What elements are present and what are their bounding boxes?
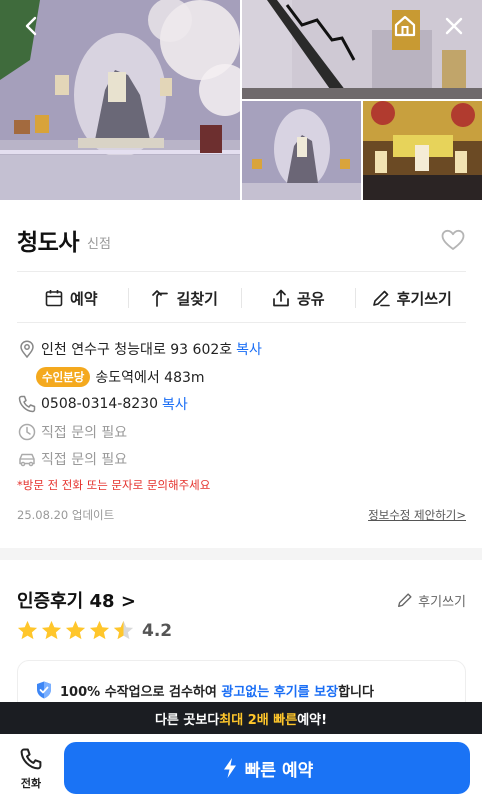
write-review-action[interactable]: 후기쓰기 xyxy=(354,274,469,322)
rating-value: 4.2 xyxy=(142,620,173,641)
heart-icon[interactable] xyxy=(440,227,466,253)
subway-line-badge: 수인분당 xyxy=(36,366,91,387)
bottom-action-bar: 전화 빠른 예약 xyxy=(0,734,482,802)
photo-gallery xyxy=(0,0,482,200)
lightning-icon xyxy=(223,758,236,778)
phone-icon xyxy=(17,394,37,414)
copy-address-button[interactable]: 복사 xyxy=(236,339,262,359)
subway-row: 수인분당 송도역에서 483m xyxy=(17,366,466,387)
copy-phone-button[interactable]: 복사 xyxy=(162,394,188,414)
chevron-left-icon xyxy=(25,16,37,36)
action-bar: 예약 길찾기 공유 후기쓰기 xyxy=(14,274,468,322)
phone-number: 0508-0314-8230 xyxy=(41,396,158,412)
hours-text: 직접 문의 필요 xyxy=(41,424,128,441)
close-button[interactable] xyxy=(438,10,470,42)
gallery-photo-4[interactable] xyxy=(363,101,482,200)
reserve-action[interactable]: 예약 xyxy=(14,274,128,322)
write-review-label: 후기쓰기 xyxy=(396,289,452,308)
back-button[interactable] xyxy=(16,10,48,42)
gallery-photo-3[interactable] xyxy=(242,101,361,200)
reviews-header: 인증후기 48 > 후기쓰기 xyxy=(17,588,466,612)
phone-row: 0508-0314-8230 복사 xyxy=(17,394,466,414)
hours-row: 직접 문의 필요 xyxy=(17,422,466,442)
phone-icon xyxy=(20,748,42,769)
station-distance: 송도역에서 483m xyxy=(95,369,205,386)
star-icon xyxy=(65,620,86,640)
section-separator xyxy=(0,548,482,560)
star-icon xyxy=(89,620,110,640)
parking-text: 직접 문의 필요 xyxy=(41,452,128,468)
place-info: 인천 연수구 청능대로 93 602호 복사 수인분당 송도역에서 483m 0… xyxy=(17,339,466,493)
shield-check-icon xyxy=(37,681,51,699)
place-detail-page: 청도사 신점 예약 길찾기 공유 후기쓰기 인천 연수구 청능대로 93 602… xyxy=(0,0,482,802)
promo-strip: 다른 곳보다 최대 2배 빠른 예약! xyxy=(0,702,482,734)
reviews-title-link[interactable]: 인증후기 48 > xyxy=(17,587,136,613)
parking-row: 직접 문의 필요 xyxy=(17,449,466,469)
star-icon xyxy=(41,620,62,640)
share-action[interactable]: 공유 xyxy=(241,274,355,322)
rating-summary: 4.2 xyxy=(16,619,172,642)
close-icon xyxy=(445,17,463,35)
visit-notice: *방문 전 전화 또는 문자로 문의해주세요 xyxy=(17,477,211,492)
pencil-icon xyxy=(398,593,412,607)
guarantee-text-highlight: 광고없는 후기를 보장 xyxy=(221,685,339,700)
divider xyxy=(17,322,466,323)
directions-label: 길찾기 xyxy=(176,289,218,308)
address-text: 인천 연수구 청능대로 93 602호 xyxy=(41,342,233,358)
half-star-icon xyxy=(113,620,134,640)
strip-text-c: 예약! xyxy=(297,712,328,728)
place-title-row: 청도사 신점 xyxy=(17,224,466,256)
guarantee-text-c: 합니다 xyxy=(338,685,374,700)
call-label: 전화 xyxy=(20,776,42,790)
address-row: 인천 연수구 청능대로 93 602호 복사 xyxy=(17,339,466,359)
suggest-edit-link[interactable]: 정보수정 제안하기> xyxy=(368,507,466,523)
star-icon xyxy=(17,620,38,640)
pencil-icon xyxy=(372,290,390,307)
divider xyxy=(17,271,466,272)
turn-arrow-icon xyxy=(151,290,168,307)
update-meta-row: 25.08.20 업데이트 정보수정 제안하기> xyxy=(17,507,466,523)
guarantee-text: 100% 수작업으로 검수하여 광고없는 후기를 보장합니다 xyxy=(60,681,374,700)
reviews-write-label: 후기쓰기 xyxy=(418,594,466,610)
home-icon xyxy=(394,15,416,37)
reserve-label: 예약 xyxy=(69,289,98,308)
share-label: 공유 xyxy=(296,289,325,308)
category-badge: 신점 xyxy=(86,236,111,252)
home-button[interactable] xyxy=(389,10,421,42)
place-name: 청도사 xyxy=(17,230,79,256)
directions-action[interactable]: 길찾기 xyxy=(127,274,242,322)
share-icon xyxy=(273,289,289,307)
quick-book-label: 빠른 예약 xyxy=(244,760,314,781)
guarantee-text-a: 100% 수작업으로 검수하여 xyxy=(60,685,222,700)
car-icon xyxy=(17,449,37,469)
strip-text-a: 다른 곳보다 xyxy=(154,712,220,728)
call-button[interactable]: 전화 xyxy=(0,734,62,802)
updated-date: 25.08.20 업데이트 xyxy=(17,508,115,522)
calendar-icon xyxy=(45,290,63,307)
clock-icon xyxy=(17,422,37,442)
quick-book-button[interactable]: 빠른 예약 xyxy=(64,742,470,794)
location-pin-icon xyxy=(17,339,37,359)
strip-text-highlight: 최대 2배 빠른 xyxy=(219,712,298,728)
reviews-write-button[interactable]: 후기쓰기 xyxy=(396,591,466,610)
